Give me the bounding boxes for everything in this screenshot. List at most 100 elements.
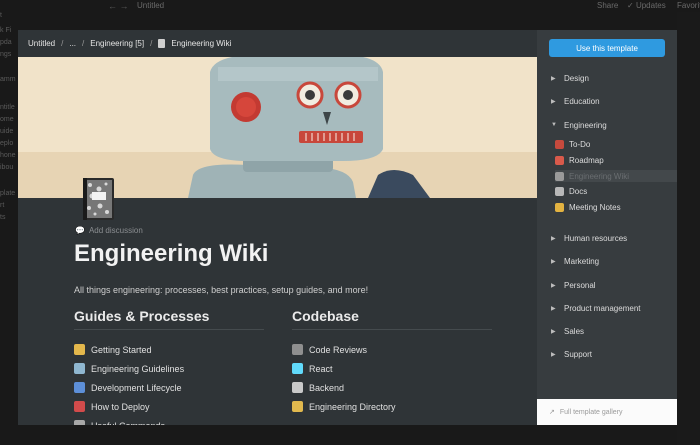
category-label: Marketing [564,256,600,266]
category-label: Sales [564,326,585,336]
divider [292,329,492,330]
notebook-icon [80,176,116,222]
full-template-gallery-link[interactable]: ↗ Full template gallery [537,399,677,425]
page-link[interactable]: Getting Started [74,340,264,359]
back-forward-arrows-icon[interactable]: ← → [108,1,129,11]
page-link-label: Engineering Directory [309,401,396,412]
share-button[interactable]: Share [597,1,618,10]
template-item[interactable]: To-Do [555,138,677,150]
atom-icon [292,363,303,374]
page-link-label: Development Lifecycle [91,382,182,393]
triangle-right-icon: ▶ [551,235,556,242]
notebook-icon [158,39,166,48]
add-discussion-label: Add discussion [88,226,143,235]
roadmap-icon [555,155,564,165]
folder-icon [292,401,303,412]
breadcrumb-separator: / [61,39,64,48]
triangle-right-icon: ▶ [551,328,556,335]
background-sidebar-item[interactable]: plate [0,190,15,197]
favorite-button[interactable]: Favorite [677,1,700,10]
breadcrumb-item-ellipsis[interactable]: ... [69,39,76,48]
updates-label: Updates [635,1,666,10]
page-link-label: React [309,363,333,374]
category-item[interactable]: ▶ Marketing [551,255,599,267]
category-item[interactable]: ▼ Engineering [551,119,607,131]
column-heading: Guides & Processes [74,308,210,324]
page-link[interactable]: React [292,359,492,378]
flag-icon [74,401,85,412]
background-sidebar-item[interactable]: k Fi [0,27,11,34]
divider [74,329,264,330]
updates-button[interactable]: ✓ Updates [627,1,666,10]
template-item[interactable]: Meeting Notes [555,201,677,213]
column-heading: Codebase [292,308,359,324]
triangle-right-icon: ▶ [551,98,556,105]
template-picker-modal: Untitled / ... / Engineering [5] / Engin… [18,30,677,425]
background-sidebar-item[interactable]: uide [0,128,13,135]
background-sidebar-item[interactable]: ntitle [0,104,15,111]
guides-processes-column: Guides & Processes Getting Started Engine… [74,308,264,425]
pencil-icon [555,202,564,212]
paperclip-icon [555,186,564,196]
notebook-icon [555,171,564,181]
page-link[interactable]: Engineering Guidelines [74,359,264,378]
use-this-template-button[interactable]: Use this template [549,39,665,57]
page-link[interactable]: Backend [292,378,492,397]
rocket-icon [74,344,85,355]
template-item-label: Meeting Notes [569,202,621,212]
page-link[interactable]: How to Deploy [74,397,264,416]
background-sidebar-item[interactable]: hone [0,152,16,159]
template-item-label: To-Do [569,139,591,149]
background-sidebar-item[interactable]: rt [0,202,4,209]
background-sidebar-item[interactable]: t [0,12,2,19]
category-item[interactable]: ▶ Support [551,348,592,360]
template-item-label: Roadmap [569,155,604,165]
background-sidebar-item[interactable]: amm [0,76,16,83]
background-sidebar-item[interactable]: pda [0,39,12,46]
background-sidebar-item[interactable]: eplo [0,140,13,147]
page-link[interactable]: Development Lifecycle [74,378,264,397]
page-link-label: Getting Started [91,344,152,355]
page-link[interactable]: Engineering Directory [292,397,492,416]
template-item[interactable]: Engineering Wiki [555,170,677,182]
category-label: Design [564,73,589,83]
category-item[interactable]: ▶ Education [551,95,600,107]
template-preview: Untitled / ... / Engineering [5] / Engin… [18,30,537,425]
category-item[interactable]: ▶ Product management [551,302,641,314]
category-label: Engineering [564,120,607,130]
page-link-label: Backend [309,382,345,393]
category-item[interactable]: ▶ Design [551,72,589,84]
category-label: Human resources [564,233,628,243]
background-sidebar-item[interactable]: ngs [0,51,11,58]
breadcrumb-separator: / [150,39,153,48]
add-discussion-button[interactable]: 💬 Add discussion [75,226,143,235]
triangle-right-icon: ▶ [551,305,556,312]
comment-icon: 💬 [75,226,85,235]
breadcrumb-item-untitled[interactable]: Untitled [28,39,55,48]
category-item[interactable]: ▶ Human resources [551,232,627,244]
breadcrumb: Untitled / ... / Engineering [5] / Engin… [28,39,231,48]
triangle-down-icon: ▼ [551,122,557,128]
page-link-label: Useful Commands [91,421,165,426]
breadcrumb-item-engineering[interactable]: Engineering [5] [90,39,144,48]
triangle-right-icon: ▶ [551,351,556,358]
page-link[interactable]: Code Reviews [292,340,492,359]
category-item[interactable]: ▶ Personal [551,279,596,291]
category-label: Product management [564,303,641,313]
category-item[interactable]: ▶ Sales [551,325,584,337]
page-link-label: Code Reviews [309,344,368,355]
background-sidebar-item[interactable]: ts [0,214,5,221]
triangle-right-icon: ▶ [551,258,556,265]
arrow-up-right-icon: ↗ [549,409,555,416]
computer-icon [292,382,303,393]
category-label: Personal [564,280,596,290]
background-sidebar: t k Fi pda ngs amm ntitle ome uide eplo hone ibou p… [0,12,18,445]
page-link[interactable]: Useful Commands [74,416,264,425]
template-item[interactable]: Roadmap [555,154,677,166]
template-item[interactable]: Docs [555,185,677,197]
footer-label: Full template gallery [559,408,623,416]
breadcrumb-item-engineering-wiki[interactable]: Engineering Wiki [171,39,231,48]
background-sidebar-item[interactable]: ibou [0,164,13,171]
category-label: Support [564,349,593,359]
background-sidebar-item[interactable]: ome [0,116,14,123]
